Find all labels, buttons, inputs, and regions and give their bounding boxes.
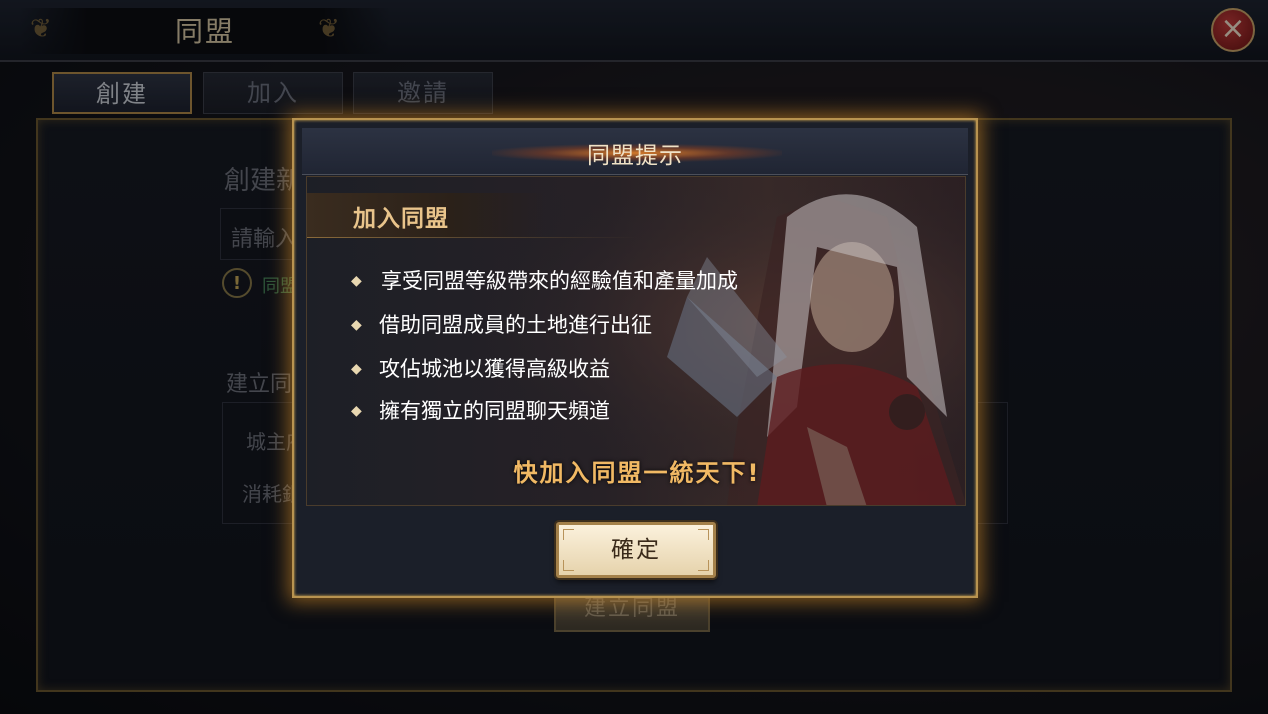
confirm-label: 確定	[611, 537, 661, 563]
corner-ornament	[698, 560, 709, 571]
benefit-item: ◆ 擁有獨立的同盟聊天頻道	[351, 395, 610, 429]
benefit-text: 擁有獨立的同盟聊天頻道	[379, 399, 610, 423]
slogan: 快加入同盟一統天下!	[513, 459, 761, 487]
corner-ornament	[563, 560, 574, 571]
alliance-tip-dialog: 同盟提示 加入同盟 ◆ 享受同盟等級帶來的經驗值和產量加成 ◆ 借助同盟成員的土…	[292, 118, 978, 598]
benefit-text: 借助同盟成員的土地進行出征	[379, 313, 652, 337]
section-divider	[307, 237, 637, 238]
corner-ornament	[698, 529, 709, 540]
confirm-button[interactable]: 確定	[556, 522, 716, 578]
dialog-content: 加入同盟 ◆ 享受同盟等級帶來的經驗值和產量加成 ◆ 借助同盟成員的土地進行出征 ◆…	[306, 176, 966, 506]
benefit-item: ◆ 攻佔城池以獲得高級收益	[351, 353, 610, 387]
dialog-header: 同盟提示	[302, 128, 968, 175]
diamond-bullet-icon: ◆	[351, 403, 362, 419]
benefit-item: ◆ 享受同盟等級帶來的經驗值和產量加成	[351, 265, 738, 299]
game-screen: ❦ ❦ 同盟 × 創建 加入 邀請 創建新 請輸入 ! 同盟 建立同 城主府 消…	[0, 0, 1268, 714]
benefit-text: 攻佔城池以獲得高級收益	[379, 357, 610, 381]
benefit-item: ◆ 借助同盟成員的土地進行出征	[351, 309, 652, 343]
diamond-bullet-icon: ◆	[351, 273, 362, 289]
diamond-bullet-icon: ◆	[351, 361, 362, 377]
diamond-bullet-icon: ◆	[351, 317, 362, 333]
section-title: 加入同盟	[353, 206, 449, 232]
dialog-title: 同盟提示	[587, 143, 683, 169]
benefit-text: 享受同盟等級帶來的經驗值和產量加成	[381, 269, 738, 293]
corner-ornament	[563, 529, 574, 540]
